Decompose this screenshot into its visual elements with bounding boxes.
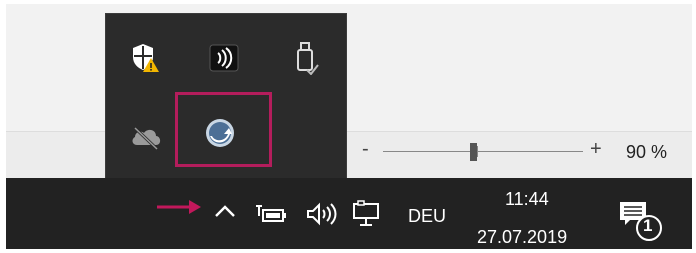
zoom-slider-thumb[interactable] <box>470 143 477 161</box>
zoom-out-button[interactable]: - <box>362 138 369 161</box>
input-language-indicator[interactable]: DEU <box>408 206 446 227</box>
pointer-arrow-icon <box>155 198 203 221</box>
clock-time[interactable]: 11:44 <box>505 189 549 210</box>
zoom-level-label: 90 % <box>626 142 668 162</box>
action-center-button[interactable]: 1 <box>616 198 664 244</box>
usb-eject-icon[interactable] <box>286 38 326 78</box>
zoom-in-button[interactable]: + <box>590 138 602 161</box>
zoom-slider-center-mark <box>477 146 478 157</box>
show-hidden-icons-button[interactable] <box>213 203 237 224</box>
volume-icon[interactable] <box>305 202 339 226</box>
audio-connect-icon[interactable] <box>204 38 244 78</box>
network-icon[interactable] <box>352 200 384 228</box>
windows-security-warning-icon[interactable] <box>126 38 166 78</box>
clock-date[interactable]: 27.07.2019 <box>477 227 567 248</box>
onedrive-offline-icon[interactable] <box>126 118 166 158</box>
battery-icon[interactable] <box>255 202 289 224</box>
taskbar <box>6 178 692 249</box>
notification-count-badge: 1 <box>643 216 653 235</box>
highlight-box <box>175 92 272 167</box>
zoom-slider-track[interactable] <box>383 151 583 152</box>
